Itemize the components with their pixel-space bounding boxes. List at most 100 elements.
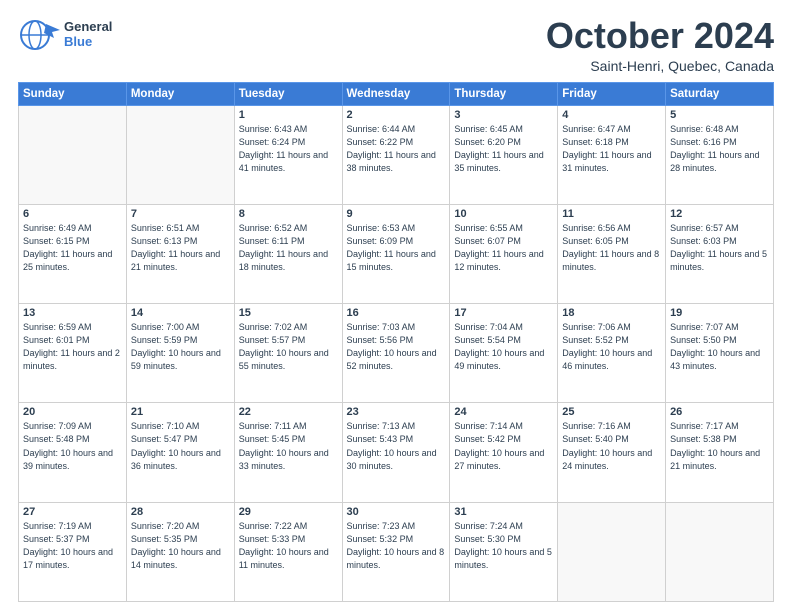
location: Saint-Henri, Quebec, Canada [546, 58, 774, 74]
day-info: Sunrise: 7:24 AM Sunset: 5:30 PM Dayligh… [454, 520, 553, 572]
week-row-5: 27 Sunrise: 7:19 AM Sunset: 5:37 PM Dayli… [19, 502, 774, 601]
day-number: 5 [670, 109, 769, 121]
logo: GeneralBlue [18, 16, 112, 54]
day-info: Sunrise: 6:52 AM Sunset: 6:11 PM Dayligh… [239, 222, 338, 274]
calendar-cell: 21 Sunrise: 7:10 AM Sunset: 5:47 PM Dayli… [126, 403, 234, 502]
day-number: 9 [347, 208, 446, 220]
calendar-cell: 23 Sunrise: 7:13 AM Sunset: 5:43 PM Dayli… [342, 403, 450, 502]
calendar-cell: 8 Sunrise: 6:52 AM Sunset: 6:11 PM Daylig… [234, 204, 342, 303]
calendar-cell: 1Sunrise: 6:43 AM Sunset: 6:24 PM Daylig… [234, 105, 342, 204]
calendar-cell: 30Sunrise: 7:23 AM Sunset: 5:32 PM Dayli… [342, 502, 450, 601]
calendar-cell: 7Sunrise: 6:51 AM Sunset: 6:13 PM Daylig… [126, 204, 234, 303]
day-number: 11 [562, 208, 661, 220]
day-info: Sunrise: 6:48 AM Sunset: 6:16 PM Dayligh… [670, 123, 769, 175]
logo-text: GeneralBlue [64, 20, 112, 50]
calendar-cell: 12 Sunrise: 6:57 AM Sunset: 6:03 PM Dayli… [666, 204, 774, 303]
calendar-cell: 22 Sunrise: 7:11 AM Sunset: 5:45 PM Dayli… [234, 403, 342, 502]
day-number: 16 [347, 307, 446, 319]
day-info: Sunrise: 7:13 AM Sunset: 5:43 PM Dayligh… [347, 420, 446, 472]
calendar-cell [126, 105, 234, 204]
day-info: Sunrise: 7:11 AM Sunset: 5:45 PM Dayligh… [239, 420, 338, 472]
calendar-cell: 11 Sunrise: 6:56 AM Sunset: 6:05 PM Dayli… [558, 204, 666, 303]
day-info: Sunrise: 7:00 AM Sunset: 5:59 PM Dayligh… [131, 321, 230, 373]
calendar-cell: 5 Sunrise: 6:48 AM Sunset: 6:16 PM Daylig… [666, 105, 774, 204]
logo-line1: General [64, 19, 112, 34]
calendar-cell: 26 Sunrise: 7:17 AM Sunset: 5:38 PM Dayli… [666, 403, 774, 502]
week-row-2: 6 Sunrise: 6:49 AM Sunset: 6:15 PM Daylig… [19, 204, 774, 303]
day-number: 20 [23, 406, 122, 418]
day-info: Sunrise: 7:02 AM Sunset: 5:57 PM Dayligh… [239, 321, 338, 373]
day-number: 27 [23, 506, 122, 518]
day-number: 2 [347, 109, 446, 121]
day-info: Sunrise: 6:49 AM Sunset: 6:15 PM Dayligh… [23, 222, 122, 274]
day-number: 7 [131, 208, 230, 220]
day-number: 15 [239, 307, 338, 319]
month-title: October 2024 [546, 16, 774, 56]
day-info: Sunrise: 7:22 AM Sunset: 5:33 PM Dayligh… [239, 520, 338, 572]
calendar-cell: 25Sunrise: 7:16 AM Sunset: 5:40 PM Dayli… [558, 403, 666, 502]
calendar-cell: 3 Sunrise: 6:45 AM Sunset: 6:20 PM Daylig… [450, 105, 558, 204]
weekday-header-monday: Monday [126, 82, 234, 105]
day-info: Sunrise: 7:19 AM Sunset: 5:37 PM Dayligh… [23, 520, 122, 572]
weekday-header-friday: Friday [558, 82, 666, 105]
calendar-cell: 14 Sunrise: 7:00 AM Sunset: 5:59 PM Dayli… [126, 304, 234, 403]
day-number: 4 [562, 109, 661, 121]
logo-line2: Blue [64, 34, 92, 49]
title-area: October 2024 Saint-Henri, Quebec, Canada [546, 16, 774, 74]
day-number: 10 [454, 208, 553, 220]
day-number: 28 [131, 506, 230, 518]
day-info: Sunrise: 6:55 AM Sunset: 6:07 PM Dayligh… [454, 222, 553, 274]
header: GeneralBlue October 2024 Saint-Henri, Qu… [18, 16, 774, 74]
calendar-cell: 27 Sunrise: 7:19 AM Sunset: 5:37 PM Dayli… [19, 502, 127, 601]
weekday-header-tuesday: Tuesday [234, 82, 342, 105]
calendar-cell: 2Sunrise: 6:44 AM Sunset: 6:22 PM Daylig… [342, 105, 450, 204]
week-row-3: 13Sunrise: 6:59 AM Sunset: 6:01 PM Dayli… [19, 304, 774, 403]
calendar-cell: 20 Sunrise: 7:09 AM Sunset: 5:48 PM Dayli… [19, 403, 127, 502]
weekday-header-wednesday: Wednesday [342, 82, 450, 105]
day-info: Sunrise: 7:07 AM Sunset: 5:50 PM Dayligh… [670, 321, 769, 373]
calendar-cell [19, 105, 127, 204]
calendar-cell: 4Sunrise: 6:47 AM Sunset: 6:18 PM Daylig… [558, 105, 666, 204]
day-info: Sunrise: 6:57 AM Sunset: 6:03 PM Dayligh… [670, 222, 769, 274]
day-number: 12 [670, 208, 769, 220]
day-number: 18 [562, 307, 661, 319]
day-info: Sunrise: 7:23 AM Sunset: 5:32 PM Dayligh… [347, 520, 446, 572]
day-number: 25 [562, 406, 661, 418]
day-info: Sunrise: 7:04 AM Sunset: 5:54 PM Dayligh… [454, 321, 553, 373]
day-info: Sunrise: 7:17 AM Sunset: 5:38 PM Dayligh… [670, 420, 769, 472]
day-info: Sunrise: 7:09 AM Sunset: 5:48 PM Dayligh… [23, 420, 122, 472]
day-number: 8 [239, 208, 338, 220]
page: GeneralBlue October 2024 Saint-Henri, Qu… [0, 0, 792, 612]
weekday-header-sunday: Sunday [19, 82, 127, 105]
day-number: 26 [670, 406, 769, 418]
calendar-cell: 28Sunrise: 7:20 AM Sunset: 5:35 PM Dayli… [126, 502, 234, 601]
day-number: 29 [239, 506, 338, 518]
day-info: Sunrise: 7:14 AM Sunset: 5:42 PM Dayligh… [454, 420, 553, 472]
calendar-cell [666, 502, 774, 601]
day-number: 23 [347, 406, 446, 418]
calendar-cell [558, 502, 666, 601]
calendar-cell: 29 Sunrise: 7:22 AM Sunset: 5:33 PM Dayli… [234, 502, 342, 601]
calendar-cell: 17Sunrise: 7:04 AM Sunset: 5:54 PM Dayli… [450, 304, 558, 403]
day-number: 14 [131, 307, 230, 319]
weekday-header-row: SundayMondayTuesdayWednesdayThursdayFrid… [19, 82, 774, 105]
week-row-1: 1Sunrise: 6:43 AM Sunset: 6:24 PM Daylig… [19, 105, 774, 204]
calendar-cell: 9 Sunrise: 6:53 AM Sunset: 6:09 PM Daylig… [342, 204, 450, 303]
day-number: 6 [23, 208, 122, 220]
day-info: Sunrise: 6:56 AM Sunset: 6:05 PM Dayligh… [562, 222, 661, 274]
day-info: Sunrise: 7:10 AM Sunset: 5:47 PM Dayligh… [131, 420, 230, 472]
day-number: 22 [239, 406, 338, 418]
day-info: Sunrise: 6:53 AM Sunset: 6:09 PM Dayligh… [347, 222, 446, 274]
day-info: Sunrise: 6:45 AM Sunset: 6:20 PM Dayligh… [454, 123, 553, 175]
calendar: SundayMondayTuesdayWednesdayThursdayFrid… [18, 82, 774, 602]
day-info: Sunrise: 7:03 AM Sunset: 5:56 PM Dayligh… [347, 321, 446, 373]
day-info: Sunrise: 6:43 AM Sunset: 6:24 PM Dayligh… [239, 123, 338, 175]
week-row-4: 20 Sunrise: 7:09 AM Sunset: 5:48 PM Dayli… [19, 403, 774, 502]
calendar-cell: 13Sunrise: 6:59 AM Sunset: 6:01 PM Dayli… [19, 304, 127, 403]
day-number: 3 [454, 109, 553, 121]
day-number: 21 [131, 406, 230, 418]
day-number: 31 [454, 506, 553, 518]
day-info: Sunrise: 6:59 AM Sunset: 6:01 PM Dayligh… [23, 321, 122, 373]
day-info: Sunrise: 7:06 AM Sunset: 5:52 PM Dayligh… [562, 321, 661, 373]
weekday-header-thursday: Thursday [450, 82, 558, 105]
